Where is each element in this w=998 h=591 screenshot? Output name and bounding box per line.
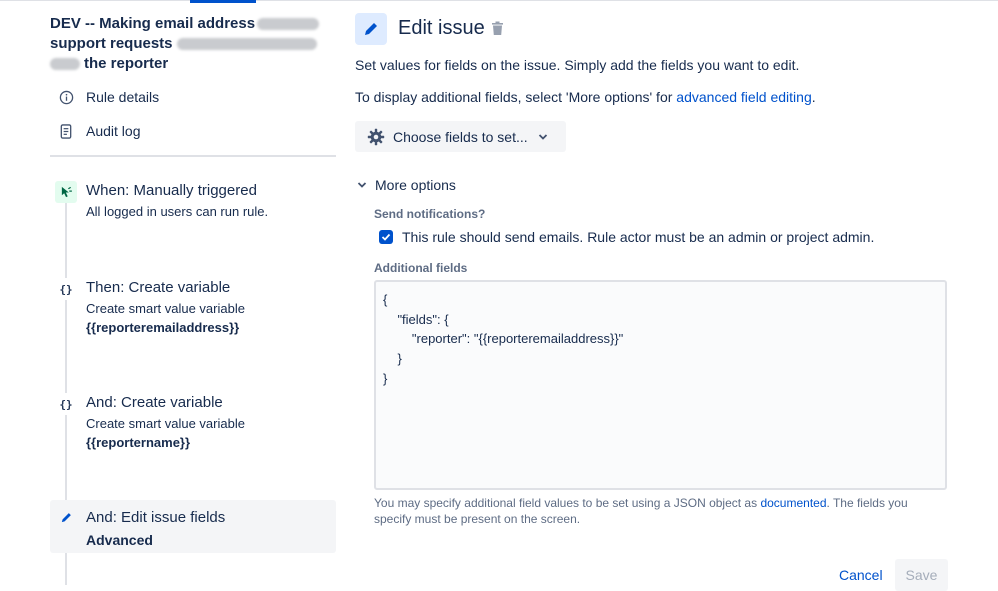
component-create-variable-1[interactable]: {} Then: Create variable Create smart va… [50,278,336,338]
editor-advanced-hint: To display additional fields, select 'Mo… [355,89,816,105]
additional-fields-help: You may specify additional field values … [374,495,947,527]
advanced-field-editing-link[interactable]: advanced field editing [676,89,811,105]
choose-fields-button[interactable]: Choose fields to set... [355,121,566,152]
chevron-down-icon [538,132,548,142]
pencil-icon [55,506,77,528]
braces-icon: {} [55,278,77,300]
component-mode: Advanced [86,532,153,548]
rule-title-line2: support requests [50,35,173,52]
editor-description: Set values for fields on the issue. Simp… [355,57,800,73]
rule-sidebar: DEV -- Making email address support requ… [50,0,336,585]
component-title: When: Manually triggered [86,182,257,199]
cancel-button[interactable]: Cancel [839,567,883,583]
additional-fields-editor[interactable]: { "fields": { "reporter": "{{reporterema… [374,280,947,490]
redacted-text [257,18,320,31]
send-notifications-checkbox[interactable] [379,230,393,244]
component-editor: Edit issue Set values for fields on the … [355,0,975,591]
braces-icon: {} [55,393,77,415]
sidebar-divider [50,155,336,157]
gear-icon [367,128,385,146]
rule-title: DEV -- Making email address support requ… [50,14,336,74]
rule-title-line3: the reporter [84,55,169,72]
trash-icon[interactable] [491,21,504,41]
component-subtitle: All logged in users can run rule. [86,204,269,219]
component-subtitle: Create smart value variable [86,416,245,431]
advanced-hint-text: To display additional fields, select 'Mo… [355,89,677,105]
nav-rule-details-label: Rule details [86,89,160,105]
component-variable-name: {{reporteremailaddress}} [86,320,240,335]
send-notifications-text: This rule should send emails. Rule actor… [402,229,875,245]
component-title: Then: Create variable [86,279,231,296]
documented-link[interactable]: documented [760,496,826,510]
nav-audit-log[interactable]: Audit log [58,121,140,141]
more-options-label: More options [375,177,456,193]
component-trigger[interactable]: When: Manually triggered All logged in u… [50,181,336,221]
document-icon [58,123,74,139]
redacted-text [50,58,80,71]
pencil-icon [355,13,387,45]
choose-fields-label: Choose fields to set... [393,128,528,145]
redacted-text [176,38,317,51]
nav-rule-details[interactable]: Rule details [58,87,159,107]
chevron-down-icon [357,180,367,190]
component-create-variable-2[interactable]: {} And: Create variable Create smart val… [50,393,336,453]
send-notifications-label: Send notifications? [374,207,486,221]
component-edit-issue[interactable]: And: Edit issue fields Advanced [50,500,336,553]
editor-title: Edit issue [398,17,485,39]
cursor-icon [55,181,77,203]
component-title: And: Create variable [86,394,223,411]
component-variable-name: {{reportername}} [86,435,191,450]
advanced-hint-suffix: . [811,89,816,105]
send-notifications-row[interactable]: This rule should send emails. Rule actor… [379,229,874,245]
component-title: And: Edit issue fields [86,509,226,526]
help-text: You may specify additional field values … [374,496,761,510]
nav-audit-log-label: Audit log [86,123,141,139]
more-options-toggle[interactable]: More options [357,177,456,193]
component-subtitle: Create smart value variable [86,301,245,316]
additional-fields-label: Additional fields [374,261,468,275]
info-icon [58,89,74,105]
rule-title-line1: DEV -- Making email address [50,15,256,32]
save-button[interactable]: Save [895,559,948,591]
